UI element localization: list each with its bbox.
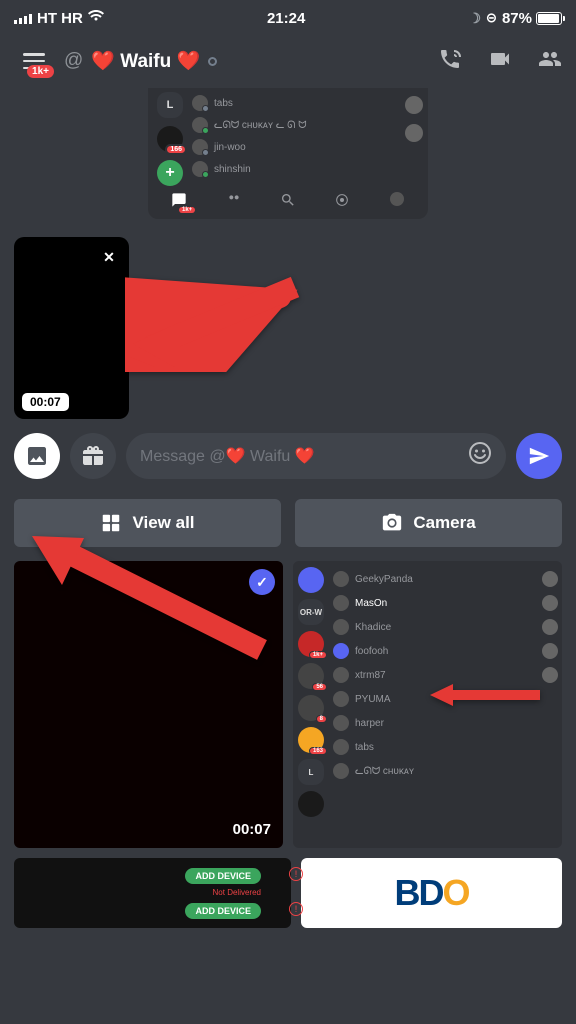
- view-all-button[interactable]: View all: [14, 499, 281, 547]
- orientation-lock-icon: ⊝: [486, 10, 497, 26]
- user-row: GeekyPanda: [333, 567, 534, 591]
- user-row: jin-woo: [192, 136, 400, 158]
- status-offline-icon: [208, 57, 217, 66]
- battery-percent: 87%: [502, 10, 532, 27]
- selected-check-icon: ✓: [249, 569, 275, 595]
- signal-icon: [14, 12, 32, 24]
- add-device-badge: ADD DEVICE: [185, 868, 261, 884]
- user-row: foofooh: [333, 639, 534, 663]
- gallery-item-bdo[interactable]: BDO: [301, 858, 562, 928]
- battery-icon: [536, 12, 562, 25]
- gift-button[interactable]: [70, 433, 116, 479]
- server-icon: 1k+: [298, 631, 324, 657]
- nav-profile-icon: [387, 192, 407, 211]
- add-device-badge: ADD DEVICE: [185, 903, 261, 919]
- user-row: xtrm87: [333, 663, 534, 687]
- camera-button[interactable]: Camera: [295, 499, 562, 547]
- gallery-item-screenshot[interactable]: OR-W 1k+ 56 8 163 L GeekyPanda MasOn Kha…: [293, 561, 562, 848]
- server-icon: 56: [298, 663, 324, 689]
- dnd-icon: ☽: [468, 10, 481, 27]
- carrier-label: HT HR: [37, 10, 83, 27]
- annotation-arrow: [125, 272, 305, 377]
- message-placeholder: Message @❤️ Waifu ❤️: [140, 446, 458, 466]
- embedded-screenshot-top: L 166 + tabs ᓚᘏᗢ ᴄʜᴜᴋᴀʏ ᓚ ᘏ ᗢ jin-woo sh…: [148, 88, 428, 219]
- user-row: ᓚᘏᗢ ᴄʜᴜᴋᴀʏ: [333, 759, 534, 783]
- attachment-preview[interactable]: ✕ 00:07: [14, 237, 129, 419]
- server-icon: L: [157, 92, 183, 118]
- status-time: 21:24: [267, 10, 305, 27]
- user-row: Khadice: [333, 615, 534, 639]
- add-server-icon: +: [157, 160, 183, 186]
- user-row: shinshin: [192, 158, 400, 180]
- emoji-button[interactable]: [468, 441, 492, 471]
- user-row: tabs: [333, 735, 534, 759]
- server-icon: [298, 567, 324, 593]
- server-icon: 8: [298, 695, 324, 721]
- server-icon: 166: [157, 126, 183, 152]
- channel-name[interactable]: @ ❤️ Waifu ❤️: [64, 49, 428, 73]
- message-input-row: Message @❤️ Waifu ❤️: [0, 419, 576, 493]
- media-picker-button[interactable]: [14, 433, 60, 479]
- gallery-item-video[interactable]: ✓ 00:07: [14, 561, 283, 848]
- nav-messages-icon: 1k+: [169, 192, 189, 211]
- server-icon: 163: [298, 727, 324, 753]
- user-row: MasOn: [333, 591, 534, 615]
- at-icon: @: [64, 50, 83, 72]
- send-button[interactable]: [516, 433, 562, 479]
- server-icon: [298, 791, 324, 817]
- message-input[interactable]: Message @❤️ Waifu ❤️: [126, 433, 506, 479]
- user-row: PYUMA: [333, 687, 534, 711]
- nav-friends-icon: [224, 192, 244, 211]
- server-icon: OR-W: [298, 599, 324, 625]
- channel-header: 1k+ @ ❤️ Waifu ❤️: [0, 36, 576, 86]
- nav-mentions-icon: [332, 192, 352, 211]
- video-call-button[interactable]: [488, 47, 512, 76]
- voice-call-button[interactable]: [438, 47, 462, 76]
- user-row: ᓚᘏᗢ ᴄʜᴜᴋᴀʏ ᓚ ᘏ ᗢ: [192, 114, 400, 136]
- gallery-duration: 00:07: [233, 821, 271, 838]
- nav-search-icon: [278, 192, 298, 211]
- members-button[interactable]: [538, 47, 562, 76]
- user-row: tabs: [192, 92, 400, 114]
- status-bar: HT HR 21:24 ☽ ⊝ 87%: [0, 0, 576, 36]
- user-row: harper: [333, 711, 534, 735]
- remove-attachment-button[interactable]: ✕: [97, 245, 121, 269]
- gallery-item-messages[interactable]: ADD DEVICE! Not Delivered ADD DEVICE!: [14, 858, 291, 928]
- wifi-icon: [88, 9, 104, 27]
- server-icon: L: [298, 759, 324, 785]
- notification-badge: 1k+: [27, 65, 54, 78]
- menu-button[interactable]: 1k+: [14, 41, 54, 81]
- attachment-duration: 00:07: [22, 393, 69, 411]
